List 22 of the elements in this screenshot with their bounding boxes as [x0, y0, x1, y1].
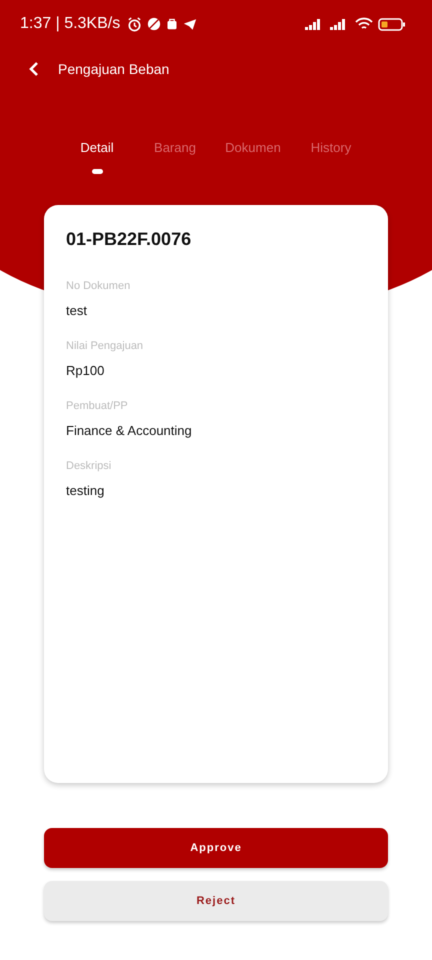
- tab-indicator: [92, 169, 102, 174]
- field-label: Deskripsi: [66, 460, 112, 472]
- action-button[interactable]: Reject: [44, 881, 388, 921]
- bag-icon: [166, 18, 178, 30]
- field-value: Rp100: [66, 363, 106, 378]
- battery-icon: [378, 18, 406, 30]
- tab[interactable]: Detail: [58, 136, 136, 159]
- status-time: 1:37 | 5.3KB/s: [20, 15, 120, 33]
- field-value: test: [66, 303, 88, 318]
- document-number: 01-PB22F.0076: [66, 229, 192, 250]
- field-label: Pembuat/PP: [66, 400, 129, 412]
- field-label: Nilai Pengajuan: [66, 340, 144, 352]
- screen-title: Pengajuan Beban: [58, 61, 170, 77]
- back-icon[interactable]: [28, 61, 40, 77]
- wifi-icon: [355, 17, 373, 31]
- action-button[interactable]: Approve: [44, 828, 388, 868]
- send-icon: [183, 18, 198, 30]
- circle-icon: [147, 17, 162, 31]
- alarm-icon: [127, 16, 142, 32]
- field-label: No Dokumen: [66, 280, 132, 292]
- field-value: Finance & Accounting: [66, 423, 193, 438]
- field-value: testing: [66, 483, 106, 498]
